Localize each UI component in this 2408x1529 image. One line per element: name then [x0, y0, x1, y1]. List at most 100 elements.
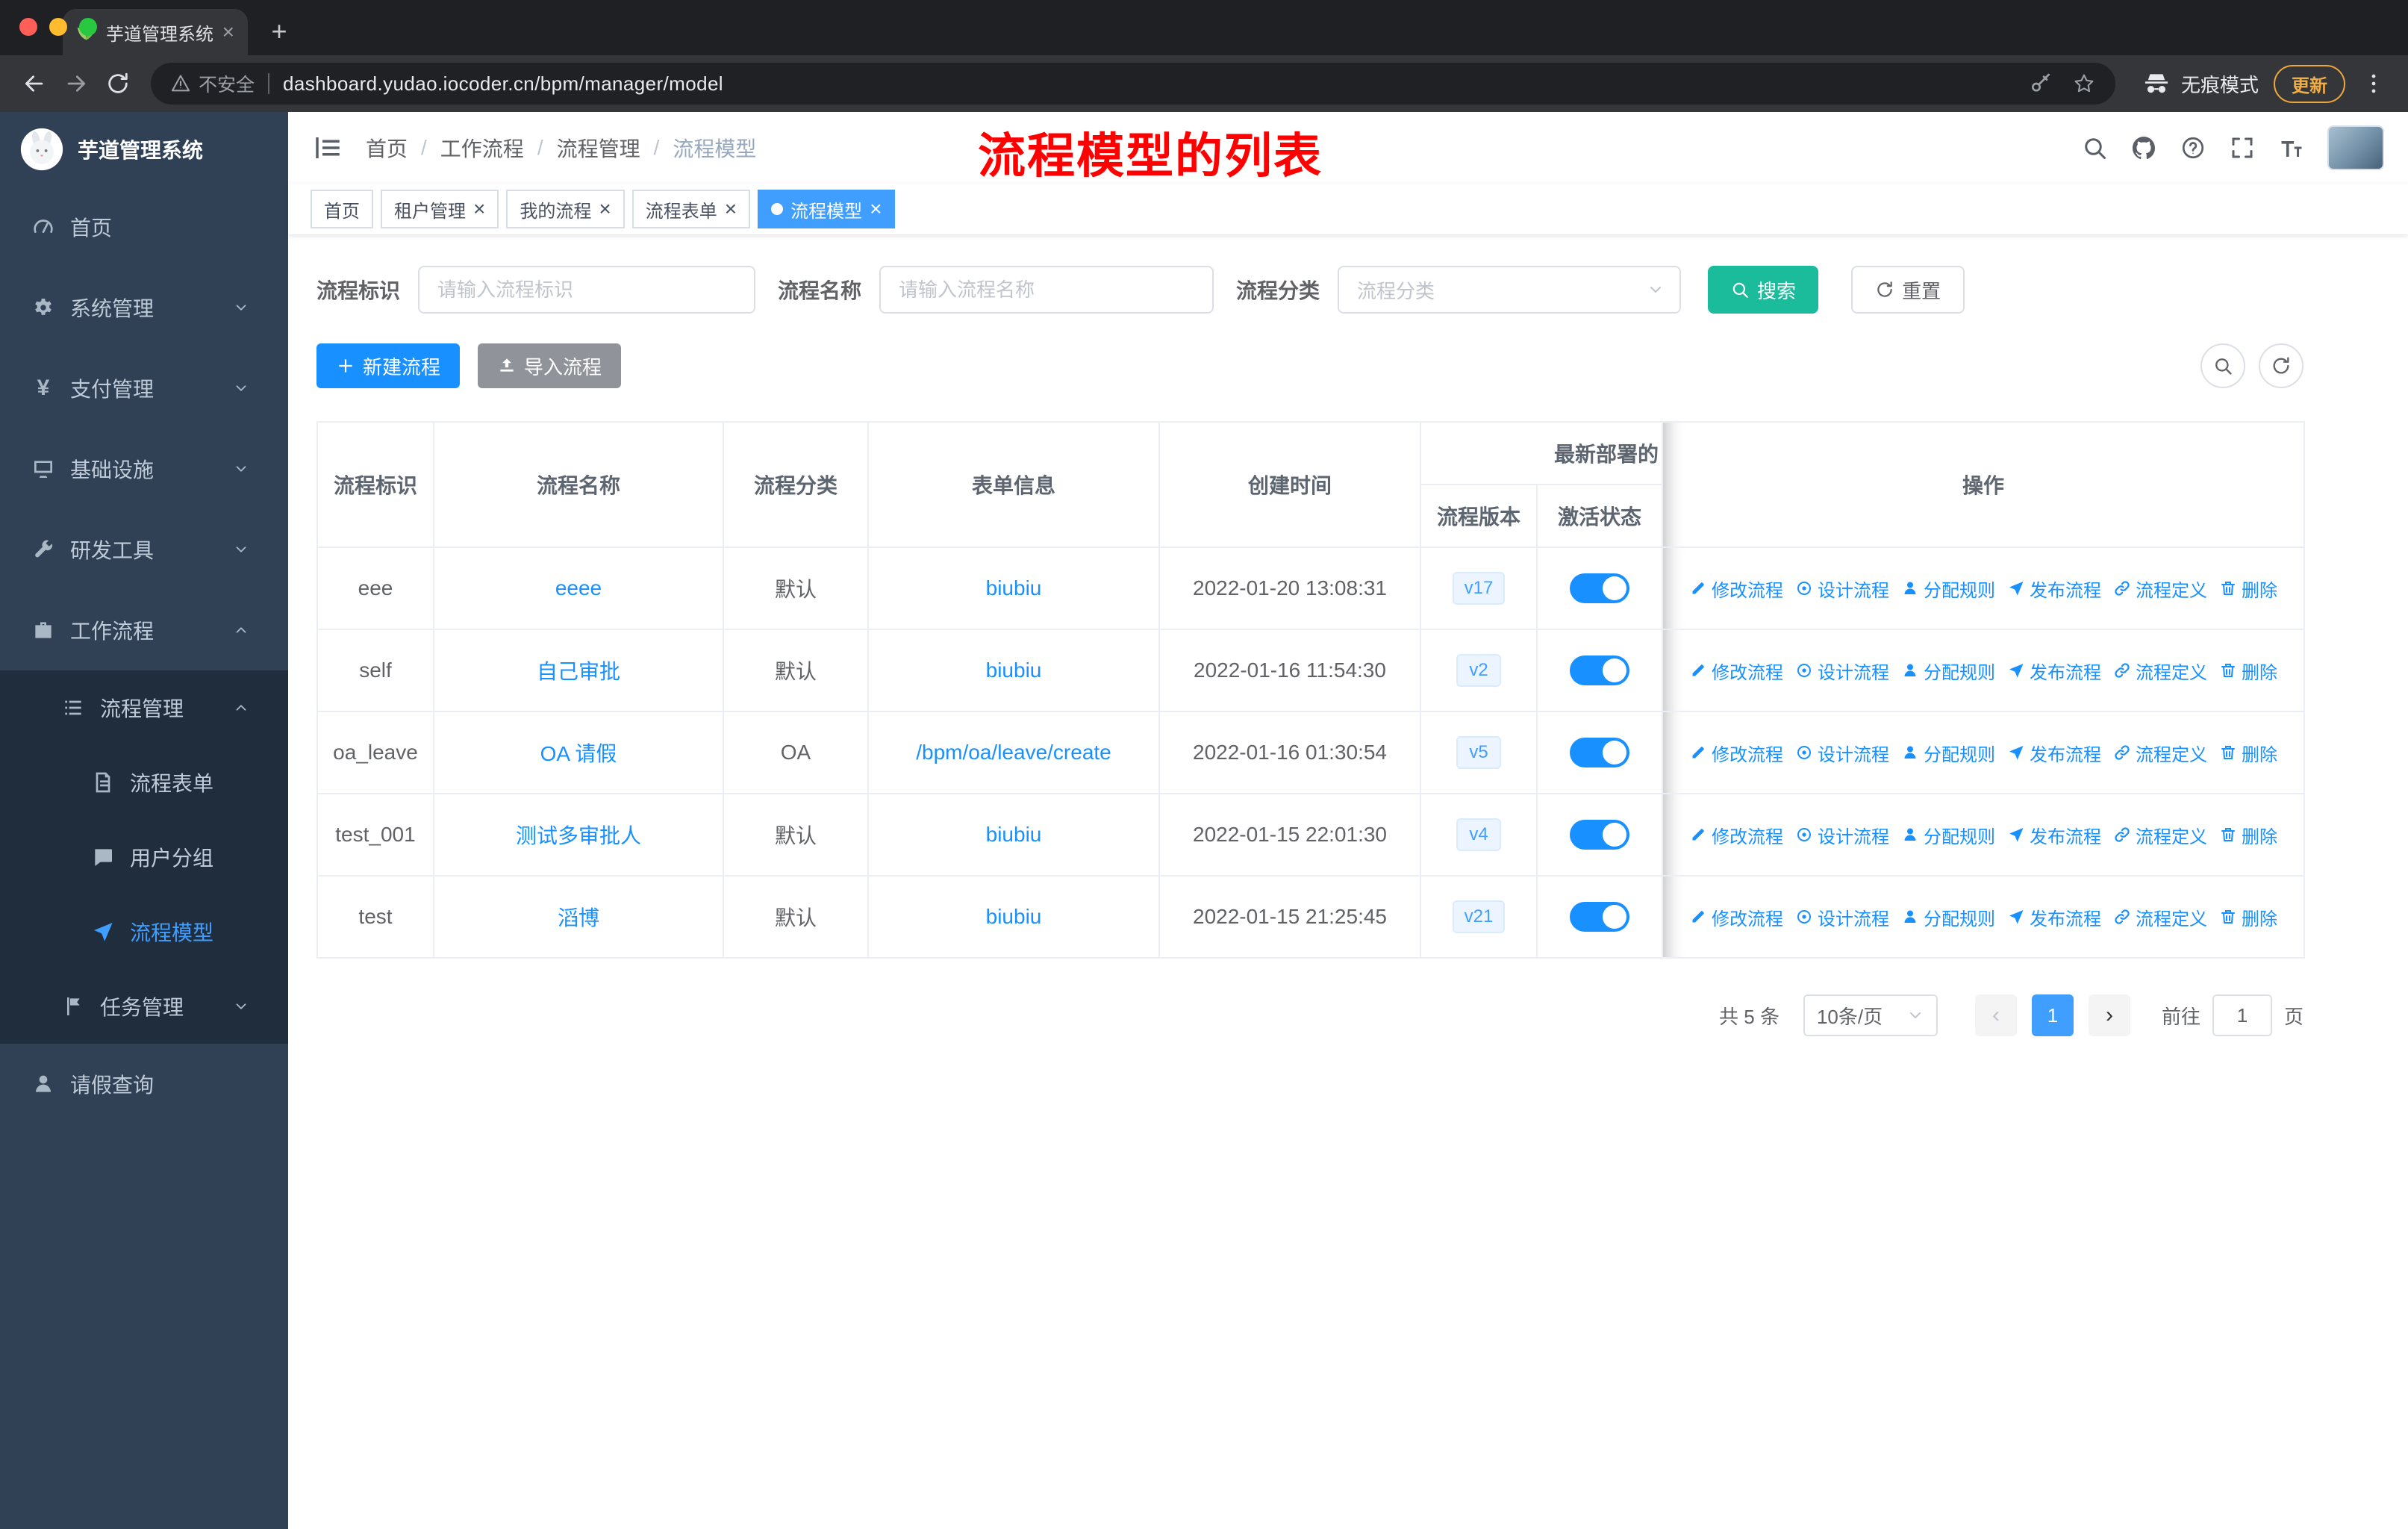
category-select[interactable]: 流程分类 [1338, 266, 1682, 314]
close-tab-icon[interactable]: × [725, 199, 737, 219]
assign-rule-link[interactable]: 分配规则 [1901, 658, 1995, 684]
search-button[interactable]: 搜索 [1708, 266, 1819, 314]
process-definition-link[interactable]: 流程定义 [2113, 658, 2207, 684]
assign-rule-link[interactable]: 分配规则 [1901, 822, 1995, 848]
modify-process-link[interactable]: 修改流程 [1689, 822, 1783, 848]
create-process-button[interactable]: 新建流程 [316, 343, 461, 388]
process-name-input[interactable] [879, 266, 1214, 314]
design-process-link[interactable]: 设计流程 [1795, 576, 1889, 602]
new-tab-button[interactable]: + [260, 12, 299, 51]
close-tab-icon[interactable]: × [222, 22, 234, 43]
delete-link[interactable]: 删除 [2219, 576, 2277, 602]
status-toggle[interactable] [1570, 655, 1629, 685]
assign-rule-link[interactable]: 分配规则 [1901, 576, 1995, 602]
form-info-link[interactable]: biubiu [986, 576, 1042, 600]
delete-link[interactable]: 删除 [2219, 740, 2277, 766]
modify-process-link[interactable]: 修改流程 [1689, 576, 1783, 602]
design-process-link[interactable]: 设计流程 [1795, 822, 1889, 848]
sidebar-item-leave-query[interactable]: 请假查询 [0, 1044, 288, 1124]
modify-process-link[interactable]: 修改流程 [1689, 904, 1783, 930]
delete-link[interactable]: 删除 [2219, 822, 2277, 848]
prev-page-button[interactable]: ‹ [1974, 994, 2017, 1036]
help-icon[interactable] [2180, 134, 2206, 161]
goto-page-input[interactable] [2212, 994, 2272, 1036]
assign-rule-link[interactable]: 分配规则 [1901, 740, 1995, 766]
design-process-link[interactable]: 设计流程 [1795, 658, 1889, 684]
sidebar-item-infrastructure[interactable]: 基础设施 [0, 429, 288, 509]
back-button[interactable] [13, 63, 55, 105]
sidebar-item-process-form[interactable]: 流程表单 [0, 745, 288, 820]
font-size-icon[interactable] [2278, 134, 2305, 161]
publish-process-link[interactable]: 发布流程 [2007, 740, 2101, 766]
window-minimize-button[interactable] [49, 18, 67, 36]
status-toggle[interactable] [1570, 902, 1629, 932]
process-name-link[interactable]: 滔博 [558, 906, 599, 929]
publish-process-link[interactable]: 发布流程 [2007, 822, 2101, 848]
form-info-link[interactable]: biubiu [986, 658, 1042, 682]
next-page-button[interactable]: › [2088, 994, 2130, 1036]
page-tab-my-process[interactable]: 我的流程 × [506, 190, 625, 228]
toggle-search-button[interactable] [2200, 343, 2245, 388]
bookmark-star-icon[interactable] [2072, 72, 2096, 96]
search-icon[interactable] [2081, 134, 2108, 161]
page-tab-process-form[interactable]: 流程表单 × [631, 190, 751, 228]
reset-button[interactable]: 重置 [1851, 266, 1965, 314]
password-key-icon[interactable] [2029, 72, 2053, 96]
browser-menu-button[interactable] [2353, 63, 2395, 105]
window-close-button[interactable] [19, 18, 37, 36]
form-info-link[interactable]: /bpm/oa/leave/create [916, 741, 1111, 764]
sidebar-item-home[interactable]: 首页 [0, 187, 288, 267]
assign-rule-link[interactable]: 分配规则 [1901, 904, 1995, 930]
user-avatar[interactable] [2327, 125, 2384, 170]
sidebar-item-process-management[interactable]: 流程管理 [0, 670, 288, 745]
process-name-link[interactable]: 自己审批 [537, 660, 620, 683]
window-zoom-button[interactable] [79, 18, 97, 36]
publish-process-link[interactable]: 发布流程 [2007, 904, 2101, 930]
update-button[interactable]: 更新 [2274, 64, 2345, 103]
close-tab-icon[interactable]: × [473, 199, 485, 219]
breadcrumb-item[interactable]: 流程管理 [557, 133, 640, 163]
current-page-button[interactable]: 1 [2031, 994, 2074, 1036]
page-tab-tenant[interactable]: 租户管理 × [381, 190, 499, 228]
process-definition-link[interactable]: 流程定义 [2113, 822, 2207, 848]
page-tab-home[interactable]: 首页 [311, 190, 373, 228]
address-bar[interactable]: 不安全 dashboard.yudao.iocoder.cn/bpm/manag… [151, 63, 2115, 105]
reload-button[interactable] [97, 63, 139, 105]
sidebar-item-devtools[interactable]: 研发工具 [0, 509, 288, 590]
process-name-link[interactable]: 测试多审批人 [516, 824, 641, 847]
close-tab-icon[interactable]: × [870, 199, 882, 219]
github-icon[interactable] [2130, 134, 2157, 161]
sidebar-item-task-management[interactable]: 任务管理 [0, 969, 288, 1044]
design-process-link[interactable]: 设计流程 [1795, 904, 1889, 930]
form-info-link[interactable]: biubiu [986, 823, 1042, 846]
delete-link[interactable]: 删除 [2219, 904, 2277, 930]
breadcrumb-item[interactable]: 首页 [366, 133, 408, 163]
process-name-link[interactable]: OA 请假 [540, 742, 617, 765]
delete-link[interactable]: 删除 [2219, 658, 2277, 684]
process-name-link[interactable]: eeee [555, 576, 602, 600]
status-toggle[interactable] [1570, 573, 1629, 603]
sidebar-item-workflow[interactable]: 工作流程 [0, 590, 288, 670]
process-definition-link[interactable]: 流程定义 [2113, 576, 2207, 602]
forward-button[interactable] [55, 63, 97, 105]
close-tab-icon[interactable]: × [599, 199, 611, 219]
app-logo[interactable]: 芋道管理系统 [0, 112, 288, 187]
design-process-link[interactable]: 设计流程 [1795, 740, 1889, 766]
page-size-select[interactable]: 10条/页 [1803, 994, 1938, 1036]
breadcrumb-item[interactable]: 工作流程 [440, 133, 524, 163]
process-key-input[interactable] [418, 266, 756, 314]
publish-process-link[interactable]: 发布流程 [2007, 658, 2101, 684]
process-definition-link[interactable]: 流程定义 [2113, 740, 2207, 766]
modify-process-link[interactable]: 修改流程 [1689, 740, 1783, 766]
import-process-button[interactable]: 导入流程 [478, 343, 622, 388]
sidebar-item-process-model[interactable]: 流程模型 [0, 894, 288, 969]
sidebar-item-system[interactable]: 系统管理 [0, 267, 288, 348]
hamburger-icon[interactable] [312, 132, 343, 164]
sidebar-item-user-group[interactable]: 用户分组 [0, 820, 288, 894]
status-toggle[interactable] [1570, 820, 1629, 850]
form-info-link[interactable]: biubiu [986, 905, 1042, 928]
refresh-table-button[interactable] [2259, 343, 2303, 388]
fullscreen-icon[interactable] [2229, 134, 2256, 161]
modify-process-link[interactable]: 修改流程 [1689, 658, 1783, 684]
sidebar-item-payment[interactable]: ¥ 支付管理 [0, 348, 288, 429]
